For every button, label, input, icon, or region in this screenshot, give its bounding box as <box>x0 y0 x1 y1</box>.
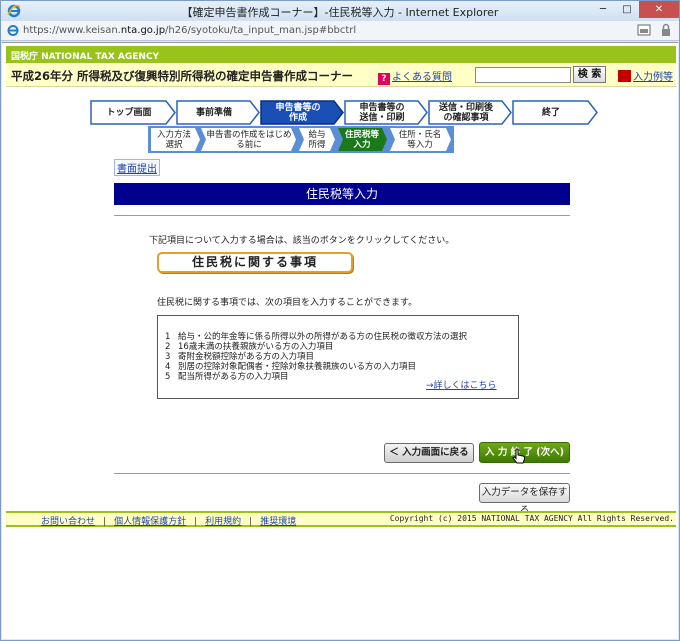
save-input-data-button[interactable]: 入力データを保存する <box>479 483 570 516</box>
substep-resident-tax: 住民税等 入力 <box>338 128 388 151</box>
footer-links: お問い合わせ | 個人情報保護方針 | 利用規約 | 推奨環境 <box>41 517 297 527</box>
footer-link-environment[interactable]: 推奨環境 <box>260 517 296 527</box>
details-link[interactable]: →詳しくはこちら <box>426 378 497 391</box>
agency-name: 国税庁 NATIONAL TAX AGENCY <box>11 52 160 62</box>
book-icon <box>618 70 631 82</box>
window-title: 【確定申告書作成コーナー】-住民税等入力 - Internet Explorer <box>181 6 499 19</box>
step-top: トップ画面 <box>90 100 176 125</box>
step-after-send: 送信・印刷後 の確認事項 <box>428 100 512 125</box>
minimize-button[interactable]: ─ <box>591 1 615 18</box>
page-icon <box>7 25 19 36</box>
page-viewport: 国税庁 NATIONAL TAX AGENCY 平成26年分 所得税及び復興特別… <box>2 42 678 639</box>
progress-steps: トップ画面 事前準備 申告書等の 作成 申告書等の 送信・印刷 送信・印刷後 の… <box>90 100 600 126</box>
lock-icon[interactable] <box>659 23 673 37</box>
substep-address-name: 住所・氏名 等入力 <box>390 128 452 151</box>
footer: お問い合わせ | 個人情報保護方針 | 利用規約 | 推奨環境 Copyright (c) … <box>6 511 676 527</box>
url-text[interactable]: https://www.keisan.nta.go.jp/h26/syotoku… <box>23 25 356 36</box>
footer-link-terms[interactable]: 利用規約 <box>205 517 241 527</box>
faq-link[interactable]: ? よくある質問 <box>378 68 452 85</box>
maximize-button[interactable]: □ <box>615 1 639 18</box>
step-send-print: 申告書等の 送信・印刷 <box>344 100 428 125</box>
hand-cursor-icon <box>512 448 526 464</box>
back-to-input-button[interactable]: ＜ 入力画面に戻る <box>384 443 474 463</box>
footer-link-contact[interactable]: お問い合わせ <box>41 517 95 527</box>
question-icon: ? <box>378 73 390 85</box>
list-item: 5 配当所得がある方の入力項目 <box>165 372 289 382</box>
site-header: 平成26年分 所得税及び復興特別所得税の確定申告書作成コーナー ? よくある質問 … <box>6 63 676 87</box>
site-title: 平成26年分 所得税及び復興特別所得税の確定申告書作成コーナー <box>11 69 354 83</box>
substep-before-start: 申告書の作成をはじめ る前に <box>201 128 297 151</box>
footer-link-privacy[interactable]: 個人情報保護方針 <box>114 517 186 527</box>
agency-bar: 国税庁 NATIONAL TAX AGENCY <box>6 46 676 63</box>
instruction-text: 下記項目について入力する場合は、該当のボタンをクリックしてください。 <box>149 236 455 246</box>
resident-tax-matters-button[interactable]: 住民税に関する事項 <box>157 252 353 273</box>
divider <box>114 473 570 474</box>
sub-steps: 入力方法 選択 申告書の作成をはじめ る前に 給与 所得 住民税等 入力 住所・… <box>148 126 454 153</box>
step-create-return: 申告書等の 作成 <box>260 100 344 125</box>
copyright: Copyright (c) 2015 NATIONAL TAX AGENCY A… <box>389 514 674 523</box>
step-finish: 終了 <box>512 100 598 125</box>
substep-input-method: 入力方法 選択 <box>151 128 201 151</box>
address-bar[interactable]: https://www.keisan.nta.go.jp/h26/syotoku… <box>1 21 679 41</box>
paper-submission-link[interactable]: 書面提出 <box>114 159 160 176</box>
search-button[interactable]: 検 索 <box>573 66 606 83</box>
compatibility-view-icon[interactable] <box>637 23 651 37</box>
substep-salary-income: 給与 所得 <box>299 128 336 151</box>
page-title: 住民税等入力 <box>114 183 570 205</box>
item-list-box: 1 給与・公的年金等に係る所得以外の所得がある方の住民税の徴収方法の選択 2 16歳… <box>157 315 519 399</box>
search-input[interactable] <box>475 67 571 83</box>
divider <box>114 215 570 216</box>
input-guide-link[interactable]: 入力例等 <box>618 68 673 83</box>
close-button[interactable]: ✕ <box>639 1 679 18</box>
browser-window: 【確定申告書作成コーナー】-住民税等入力 - Internet Explorer… <box>0 0 680 641</box>
step-preparation: 事前準備 <box>176 100 260 125</box>
description-text: 住民税に関する事項では、次の項目を入力することができます。 <box>157 298 418 308</box>
title-bar: 【確定申告書作成コーナー】-住民税等入力 - Internet Explorer… <box>1 1 679 21</box>
